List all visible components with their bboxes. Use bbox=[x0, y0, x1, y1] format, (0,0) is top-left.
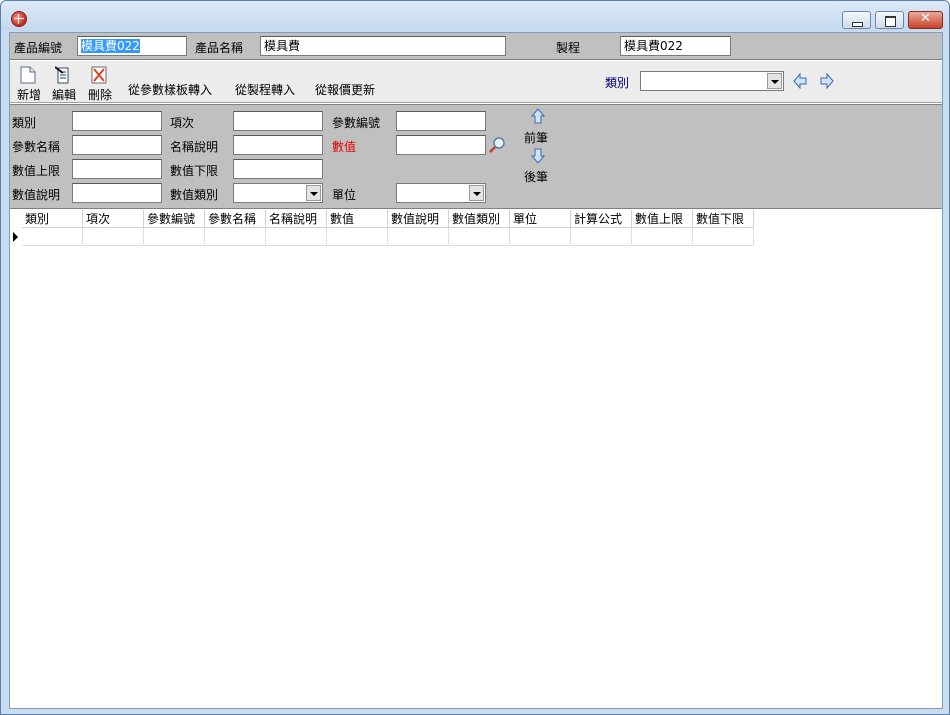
table-cell[interactable] bbox=[571, 228, 632, 246]
value-field[interactable] bbox=[396, 135, 486, 155]
close-button[interactable]: ✕ bbox=[908, 11, 943, 29]
category-label: 類別 bbox=[12, 116, 37, 130]
column-header[interactable]: 類別 bbox=[22, 210, 83, 228]
param-no-label: 參數編號 bbox=[332, 116, 381, 130]
edit-button-label: 編輯 bbox=[51, 88, 76, 102]
edit-document-icon bbox=[55, 66, 69, 84]
title-bar[interactable]: ✕ bbox=[1, 1, 949, 31]
product-name-field[interactable]: 模具費 bbox=[260, 36, 506, 56]
maximize-button[interactable] bbox=[875, 11, 904, 29]
name-desc-field[interactable] bbox=[233, 135, 323, 155]
unit-select[interactable] bbox=[396, 183, 486, 203]
import-process-button[interactable]: 從製程轉入 bbox=[235, 81, 295, 98]
column-header[interactable]: 項次 bbox=[83, 210, 144, 228]
app-globe-icon[interactable] bbox=[11, 11, 27, 27]
process-label: 製程 bbox=[556, 41, 581, 55]
detail-form: 類別 項次 參數編號 參數名稱 名稱說明 數值 數值上限 數值下限 數值說明 數… bbox=[10, 104, 942, 209]
table-cell[interactable] bbox=[327, 228, 388, 246]
value-desc-label: 數值說明 bbox=[12, 188, 61, 202]
column-header[interactable]: 數值下限 bbox=[693, 210, 754, 228]
upper-limit-field[interactable] bbox=[72, 159, 162, 179]
magnifier-icon[interactable] bbox=[488, 136, 506, 154]
item-no-field[interactable] bbox=[233, 111, 323, 131]
table-cell[interactable] bbox=[449, 228, 510, 246]
toolbar: 新增 編輯 刪除 從參數樣板轉入 從製程轉入 從報價更新 類別 bbox=[10, 61, 942, 103]
upper-limit-label: 數值上限 bbox=[12, 164, 61, 178]
arrow-up-icon[interactable] bbox=[531, 108, 545, 124]
column-header[interactable]: 參數名稱 bbox=[205, 210, 266, 228]
column-header[interactable]: 數值類別 bbox=[449, 210, 510, 228]
delete-button[interactable]: 刪除 bbox=[80, 64, 120, 102]
process-field[interactable]: 模具費022 bbox=[620, 36, 731, 56]
minimize-button[interactable] bbox=[842, 11, 871, 29]
product-no-field[interactable]: 模具費022 bbox=[77, 36, 187, 56]
param-name-label: 參數名稱 bbox=[12, 140, 61, 154]
category-field[interactable] bbox=[72, 111, 162, 131]
chevron-down-icon[interactable] bbox=[767, 73, 782, 89]
lower-limit-label: 數值下限 bbox=[170, 164, 219, 178]
column-header[interactable]: 數值說明 bbox=[388, 210, 449, 228]
prev-record-button[interactable]: 前筆 bbox=[524, 129, 548, 146]
import-template-button[interactable]: 從參數樣板轉入 bbox=[128, 81, 212, 98]
product-no-label: 產品編號 bbox=[14, 41, 63, 55]
table-row[interactable] bbox=[10, 228, 755, 246]
chevron-down-icon[interactable] bbox=[306, 185, 321, 201]
header-panel: 產品編號 模具費022 產品名稱 模具費 製程 模具費022 bbox=[10, 33, 942, 60]
next-record-button[interactable]: 後筆 bbox=[524, 168, 548, 185]
client-area: 產品編號 模具費022 產品名稱 模具費 製程 模具費022 新增 編輯 刪除 … bbox=[9, 32, 943, 709]
table-cell[interactable] bbox=[632, 228, 693, 246]
delete-icon bbox=[91, 66, 107, 84]
product-no-value: 模具費022 bbox=[81, 39, 140, 53]
param-no-field[interactable] bbox=[396, 111, 486, 131]
column-header[interactable]: 參數編號 bbox=[144, 210, 205, 228]
lower-limit-field[interactable] bbox=[233, 159, 323, 179]
value-type-label: 數值類別 bbox=[170, 188, 219, 202]
column-header[interactable]: 名稱說明 bbox=[266, 210, 327, 228]
table-cell[interactable] bbox=[266, 228, 327, 246]
delete-button-label: 刪除 bbox=[87, 88, 112, 102]
app-window: ✕ 產品編號 模具費022 產品名稱 模具費 製程 模具費022 新增 編輯 刪… bbox=[0, 0, 950, 715]
name-desc-label: 名稱說明 bbox=[170, 140, 219, 154]
unit-label: 單位 bbox=[332, 188, 357, 202]
value-type-select[interactable] bbox=[233, 183, 323, 203]
table-cell[interactable] bbox=[22, 228, 83, 246]
new-button[interactable]: 新增 bbox=[9, 64, 49, 102]
product-name-label: 產品名稱 bbox=[195, 41, 244, 55]
item-no-label: 項次 bbox=[170, 116, 195, 130]
table-cell[interactable] bbox=[510, 228, 571, 246]
close-icon: ✕ bbox=[920, 11, 931, 26]
new-document-icon bbox=[20, 66, 36, 84]
edit-button[interactable]: 編輯 bbox=[44, 64, 84, 102]
new-button-label: 新增 bbox=[16, 88, 41, 102]
arrow-right-icon[interactable] bbox=[820, 73, 834, 89]
arrow-down-icon[interactable] bbox=[531, 148, 545, 164]
table-cell[interactable] bbox=[388, 228, 449, 246]
table-cell[interactable] bbox=[144, 228, 205, 246]
param-name-field[interactable] bbox=[72, 135, 162, 155]
column-header[interactable]: 數值 bbox=[327, 210, 388, 228]
arrow-left-icon[interactable] bbox=[793, 73, 807, 89]
grid-header: 類別 項次 參數編號 參數名稱 名稱說明 數值 數值說明 數值類別 單位 計算公式 數值上限 數值下限 bbox=[10, 210, 755, 228]
column-header[interactable]: 計算公式 bbox=[571, 210, 632, 228]
table-cell[interactable] bbox=[83, 228, 144, 246]
update-quote-button[interactable]: 從報價更新 bbox=[315, 81, 375, 98]
toolbar-category-select[interactable] bbox=[640, 71, 784, 91]
column-header[interactable]: 單位 bbox=[510, 210, 571, 228]
chevron-down-icon[interactable] bbox=[469, 185, 484, 201]
value-label: 數值 bbox=[332, 140, 357, 154]
toolbar-category-label: 類別 bbox=[605, 76, 630, 90]
table-cell[interactable] bbox=[205, 228, 266, 246]
column-header[interactable]: 數值上限 bbox=[632, 210, 693, 228]
table-cell[interactable] bbox=[693, 228, 754, 246]
value-desc-field[interactable] bbox=[72, 183, 162, 203]
